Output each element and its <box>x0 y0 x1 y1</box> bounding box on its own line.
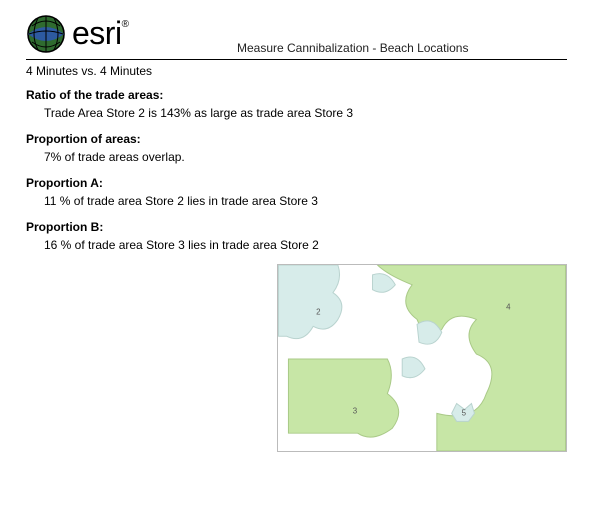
section-proportion-b-body: 16 % of trade area Store 3 lies in trade… <box>26 238 567 252</box>
map-label-3: 3 <box>353 406 358 415</box>
section-proportion-a-label: Proportion A: <box>26 176 567 190</box>
brand-name-text: esri <box>72 15 122 51</box>
map-label-4: 4 <box>506 303 511 312</box>
report-page: esri® Measure Cannibalization - Beach Lo… <box>0 0 593 472</box>
section-ratio: Ratio of the trade areas: Trade Area Sto… <box>26 88 567 120</box>
section-proportion-a: Proportion A: 11 % of trade area Store 2… <box>26 176 567 208</box>
section-proportion-areas-body: 7% of trade areas overlap. <box>26 150 567 164</box>
brand-trademark: ® <box>122 19 129 30</box>
brand-logo: esri® <box>26 14 128 57</box>
map-container: 2 3 4 5 <box>26 264 567 452</box>
map-label-2: 2 <box>316 307 320 316</box>
document-title: Measure Cannibalization - Beach Location… <box>138 41 567 57</box>
report-header: esri® Measure Cannibalization - Beach Lo… <box>26 14 567 57</box>
section-proportion-areas: Proportion of areas: 7% of trade areas o… <box>26 132 567 164</box>
section-ratio-label: Ratio of the trade areas: <box>26 88 567 102</box>
section-proportion-areas-label: Proportion of areas: <box>26 132 567 146</box>
map-label-5: 5 <box>462 408 467 417</box>
header-rule <box>26 59 567 60</box>
comparison-subhead: 4 Minutes vs. 4 Minutes <box>26 64 567 78</box>
section-ratio-body: Trade Area Store 2 is 143% as large as t… <box>26 106 567 120</box>
section-proportion-a-body: 11 % of trade area Store 2 lies in trade… <box>26 194 567 208</box>
globe-icon <box>26 14 66 57</box>
region-3-shape <box>288 359 398 437</box>
brand-name: esri® <box>72 15 128 52</box>
trade-area-map: 2 3 4 5 <box>277 264 567 452</box>
section-proportion-b-label: Proportion B: <box>26 220 567 234</box>
section-proportion-b: Proportion B: 16 % of trade area Store 3… <box>26 220 567 252</box>
